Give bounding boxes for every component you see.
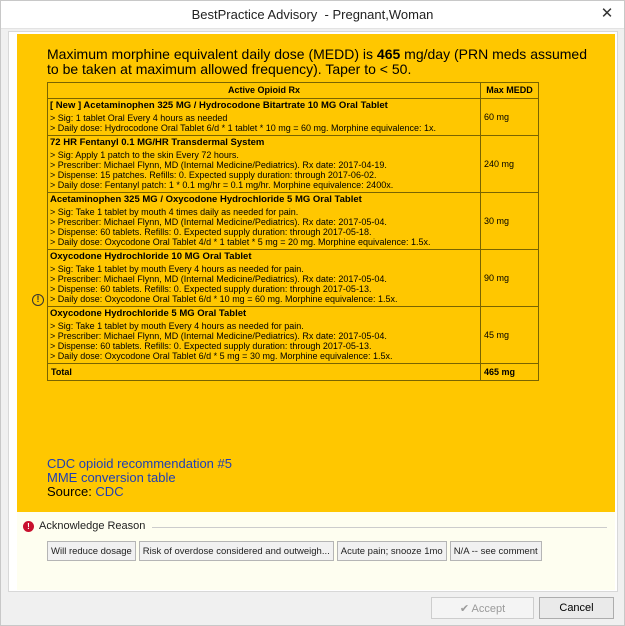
advisory-window: BestPractice Advisory - Pregnant,Woman ✕… (0, 0, 625, 626)
rx-detail-line: > Sig: Take 1 tablet by mouth 4 times da… (50, 207, 299, 217)
rx-cell: Oxycodone Hydrochloride 5 MG Oral Tablet… (47, 306, 481, 364)
total-value: 465 mg (480, 363, 539, 381)
table-row: Oxycodone Hydrochloride 5 MG Oral Tablet… (47, 306, 539, 364)
rx-detail-line: > Prescriber: Michael Flynn, MD (Interna… (50, 217, 387, 227)
accept-button[interactable]: ✔ Accept (431, 597, 534, 619)
rx-name: Acetaminophen 325 MG / Oxycodone Hydroch… (50, 194, 362, 205)
table-row: 72 HR Fentanyl 0.1 MG/HR Transdermal Sys… (47, 135, 539, 193)
acknowledge-label: Acknowledge Reason (39, 520, 146, 532)
rx-cell: Acetaminophen 325 MG / Oxycodone Hydroch… (47, 192, 481, 250)
rx-detail-line: > Prescriber: Michael Flynn, MD (Interna… (50, 160, 387, 170)
advisory-content: ! Maximum morphine equivalent daily dose… (8, 31, 618, 592)
mme-conversion-link[interactable]: MME conversion table (47, 471, 232, 485)
cdc-recommendation-link[interactable]: CDC opioid recommendation #5 (47, 457, 232, 471)
acknowledge-title: ! Acknowledge Reason (23, 520, 146, 532)
rx-name: Oxycodone Hydrochloride 10 MG Oral Table… (50, 251, 252, 262)
rx-detail-line: > Sig: Take 1 tablet by mouth Every 4 ho… (50, 321, 304, 331)
rx-detail-line: > Sig: Apply 1 patch to the skin Every 7… (50, 150, 239, 160)
rx-detail-line: > Sig: Take 1 tablet by mouth Every 4 ho… (50, 264, 304, 274)
rx-detail-line: > Daily dose: Fentanyl patch: 1 * 0.1 mg… (50, 180, 394, 190)
medd-headline: Maximum morphine equivalent daily dose (… (47, 47, 602, 77)
error-icon: ! (23, 521, 34, 532)
table-row: Oxycodone Hydrochloride 10 MG Oral Table… (47, 249, 539, 307)
table-header-row: Active Opioid Rx Max MEDD (47, 82, 539, 99)
header-max-medd: Max MEDD (480, 82, 539, 99)
header-active-opioid-rx: Active Opioid Rx (47, 82, 481, 99)
source-line: Source: CDC (47, 484, 124, 499)
source-label: Source: (47, 484, 96, 499)
table-row: [ New ] Acetaminophen 325 MG / Hydrocodo… (47, 98, 539, 136)
opioid-rx-table: Active Opioid Rx Max MEDD [ New ] Acetam… (47, 82, 539, 381)
max-medd-cell: 30 mg (480, 192, 539, 250)
cancel-button[interactable]: Cancel (539, 597, 614, 619)
reference-links: CDC opioid recommendation #5 MME convers… (47, 457, 232, 499)
headline-value: 465 (376, 46, 401, 62)
headline-prefix: Maximum morphine equivalent daily dose (… (47, 46, 377, 62)
total-label: Total (47, 363, 481, 381)
advisory-panel: ! Maximum morphine equivalent daily dose… (17, 34, 615, 512)
title-bar: BestPractice Advisory - Pregnant,Woman ✕ (1, 1, 624, 29)
rx-cell: Oxycodone Hydrochloride 10 MG Oral Table… (47, 249, 481, 307)
check-icon: ✔ (459, 602, 470, 615)
reason-buttons: Will reduce dosage Risk of overdose consi… (47, 541, 542, 561)
rx-detail-line: > Dispense: 60 tablets. Refills: 0. Expe… (50, 284, 372, 294)
rx-name: [ New ] Acetaminophen 325 MG / Hydrocodo… (50, 100, 388, 111)
rx-name: Oxycodone Hydrochloride 5 MG Oral Tablet (50, 308, 247, 319)
total-row: Total 465 mg (47, 363, 539, 381)
accept-label: Accept (471, 602, 506, 615)
rx-detail-line: > Prescriber: Michael Flynn, MD (Interna… (50, 274, 387, 284)
window-title: BestPractice Advisory - Pregnant,Woman (191, 7, 434, 22)
reason-button[interactable]: Risk of overdose considered and outweigh… (138, 541, 334, 561)
rx-detail-line: > Daily dose: Oxycodone Oral Tablet 6/d … (50, 351, 393, 361)
rx-detail-line: > Daily dose: Oxycodone Oral Tablet 6/d … (50, 294, 398, 304)
reason-button[interactable]: Will reduce dosage (47, 541, 136, 561)
footer: ✔ Accept Cancel (1, 597, 624, 623)
max-medd-cell: 90 mg (480, 249, 539, 307)
max-medd-cell: 60 mg (480, 98, 539, 136)
acknowledge-section: ! Acknowledge Reason Will reduce dosage R… (17, 512, 615, 590)
rx-detail-line: > Daily dose: Hydrocodone Oral Tablet 6/… (50, 123, 437, 133)
rx-cell: [ New ] Acetaminophen 325 MG / Hydrocodo… (47, 98, 481, 136)
max-medd-cell: 240 mg (480, 135, 539, 193)
warning-icon: ! (32, 294, 44, 306)
rx-name: 72 HR Fentanyl 0.1 MG/HR Transdermal Sys… (50, 137, 265, 148)
rx-cell: 72 HR Fentanyl 0.1 MG/HR Transdermal Sys… (47, 135, 481, 193)
source-cdc-link[interactable]: CDC (95, 484, 123, 499)
rx-detail-line: > Dispense: 60 tablets. Refills: 0. Expe… (50, 227, 372, 237)
close-icon[interactable]: ✕ (598, 5, 616, 23)
divider (152, 527, 607, 528)
rx-detail-line: > Prescriber: Michael Flynn, MD (Interna… (50, 331, 387, 341)
reason-button[interactable]: Acute pain; snooze 1mo (336, 541, 447, 561)
rx-detail-line: > Dispense: 60 tablets. Refills: 0. Expe… (50, 341, 372, 351)
rx-detail-line: > Sig: 1 tablet Oral Every 4 hours as ne… (50, 113, 228, 123)
reason-button[interactable]: N/A -- see comment (449, 541, 542, 561)
rx-detail-line: > Daily dose: Oxycodone Oral Tablet 4/d … (50, 237, 431, 247)
max-medd-cell: 45 mg (480, 306, 539, 364)
table-row: Acetaminophen 325 MG / Oxycodone Hydroch… (47, 192, 539, 250)
rx-detail-line: > Dispense: 15 patches. Refills: 0. Expe… (50, 170, 377, 180)
